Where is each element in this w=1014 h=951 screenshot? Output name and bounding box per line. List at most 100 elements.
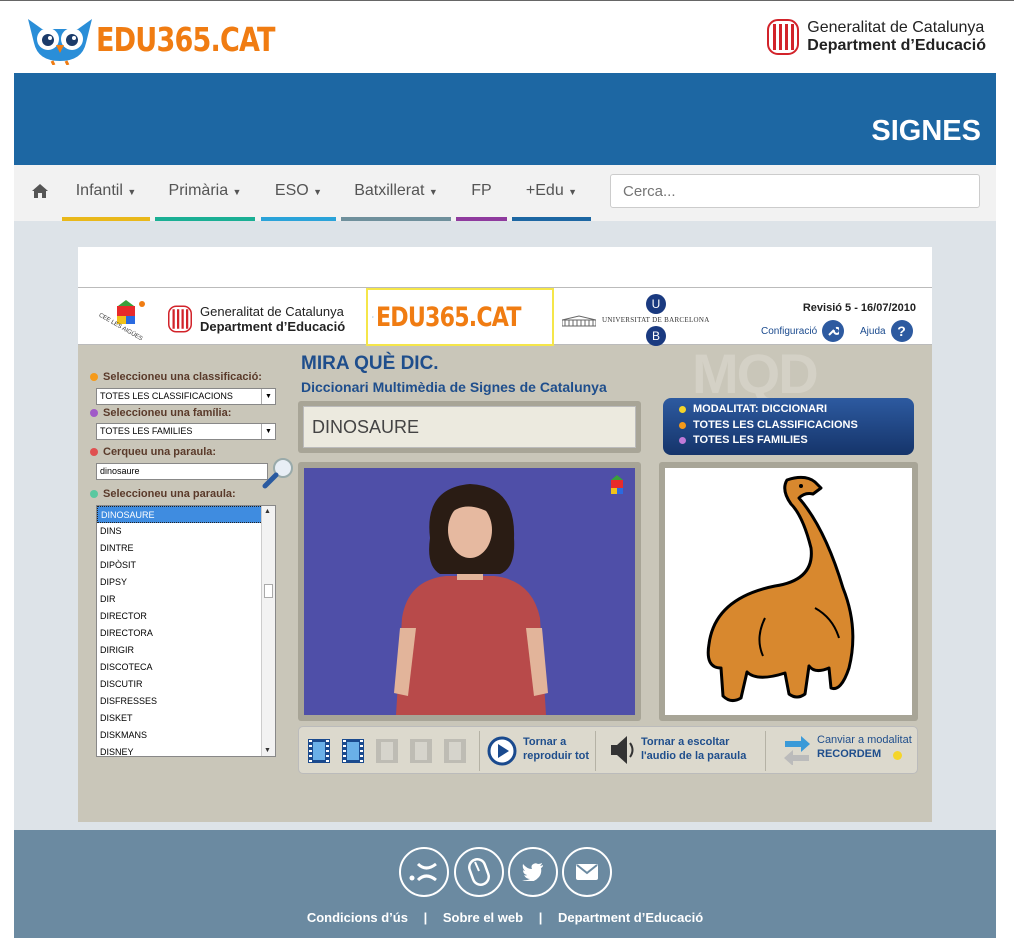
nav-item-edu[interactable]: +Edu ▼ bbox=[512, 165, 591, 221]
revision-label: Revisió 5 - 16/07/2010 bbox=[802, 302, 916, 314]
mouse-link[interactable] bbox=[454, 847, 504, 897]
app-top-strip bbox=[78, 247, 932, 287]
list-item[interactable]: DIRECTORA bbox=[97, 625, 275, 642]
signer-figure bbox=[304, 468, 635, 715]
owl-icon bbox=[372, 316, 374, 318]
yellow-dot-icon bbox=[893, 751, 902, 760]
scroll-down-icon[interactable]: ▼ bbox=[264, 747, 271, 754]
footer-separator: | bbox=[538, 910, 543, 925]
footer-link-conditions[interactable]: Condicions d’ús bbox=[307, 910, 408, 925]
classification-select[interactable]: TOTES LES CLASSIFICACIONS ▼ bbox=[96, 388, 276, 405]
ub-b-circle: B bbox=[646, 326, 666, 346]
nav-label: ESO bbox=[274, 182, 309, 199]
ub-text: UNIVERSITAT DE BARCELONA bbox=[602, 316, 710, 324]
list-item[interactable]: DIRIGIR bbox=[97, 642, 275, 659]
nav-label: Primària bbox=[168, 182, 229, 199]
list-item[interactable]: DISKET bbox=[97, 710, 275, 727]
xtec-link[interactable] bbox=[399, 847, 449, 897]
search-input[interactable] bbox=[610, 174, 980, 208]
replay-audio-button[interactable]: Tornar a escoltar l'audio de la paraula bbox=[641, 735, 746, 763]
divider bbox=[595, 731, 596, 771]
current-word: DINOSAURE bbox=[303, 406, 636, 448]
nav-label: Infantil bbox=[75, 182, 123, 199]
help-glyph: ? bbox=[897, 323, 906, 339]
film-frame-icon[interactable] bbox=[443, 738, 467, 764]
nav-item-batxillerat[interactable]: Batxillerat ▼ bbox=[341, 165, 451, 221]
film-frame-icon[interactable] bbox=[409, 738, 433, 764]
classification-label: Seleccioneu una classificació: bbox=[90, 371, 262, 383]
gov-line2: Department d’Educació bbox=[200, 319, 346, 334]
content-area: CEE LES AIGÜES Generalitat de Catalunya … bbox=[14, 221, 996, 830]
twitter-link[interactable] bbox=[508, 847, 558, 897]
scroll-thumb[interactable] bbox=[264, 584, 273, 598]
orange-dot-icon bbox=[679, 421, 686, 429]
caret-down-icon: ▼ bbox=[428, 187, 438, 197]
site-header: EDU365.CAT Generalitat de Catalunya Depa… bbox=[0, 0, 1014, 73]
ub-logo: UNIVERSITAT DE BARCELONA U B bbox=[562, 294, 712, 346]
yellow-dot-icon bbox=[679, 406, 686, 414]
generalitat-icon bbox=[767, 19, 800, 55]
switch-arrows-icon[interactable] bbox=[783, 735, 811, 765]
list-item[interactable]: DINOSAURE bbox=[97, 506, 275, 523]
dinosaur-image bbox=[706, 475, 855, 703]
brand-text: EDU365.CAT bbox=[375, 301, 522, 333]
sign-video[interactable] bbox=[304, 468, 635, 715]
nav-label: Batxillerat bbox=[354, 182, 425, 199]
config-label: Configuració bbox=[761, 325, 818, 337]
list-item[interactable]: DISKMANS bbox=[97, 727, 275, 744]
scroll-up-icon[interactable]: ▲ bbox=[264, 508, 271, 515]
owl-icon bbox=[28, 19, 92, 65]
nav-item-primaria[interactable]: Primària ▼ bbox=[155, 165, 255, 221]
config-button[interactable]: Configuració bbox=[761, 320, 845, 342]
list-item[interactable]: DINS bbox=[97, 523, 275, 540]
generalitat-icon bbox=[168, 305, 192, 333]
edu365-logo[interactable]: EDU365.CAT bbox=[26, 13, 314, 65]
gov-line1: Generalitat de Catalunya bbox=[807, 19, 985, 36]
cee-icon: CEE LES AIGÜES bbox=[98, 300, 145, 342]
nav-item-infantil[interactable]: Infantil ▼ bbox=[62, 165, 150, 221]
film-frame-icon[interactable] bbox=[341, 738, 365, 764]
film-frame-icon[interactable] bbox=[307, 738, 331, 764]
replay-all-button[interactable]: Tornar a reproduir tot bbox=[523, 735, 589, 763]
list-item[interactable]: DIPÒSIT bbox=[97, 557, 275, 574]
mode-line: TOTES LES FAMILIES bbox=[679, 433, 898, 449]
ub-b-letter: B bbox=[651, 329, 660, 343]
film-frame-icon[interactable] bbox=[375, 738, 399, 764]
search-word-label: Cerqueu una paraula: bbox=[90, 446, 216, 458]
generalitat-logo[interactable]: Generalitat de Catalunya Department d’Ed… bbox=[767, 19, 986, 55]
word-list[interactable]: DINOSAURE DINS DINTRE DIPÒSIT DIPSY DIR … bbox=[96, 505, 276, 757]
footer-link-about[interactable]: Sobre el web bbox=[443, 910, 523, 925]
list-item[interactable]: DISCUTIR bbox=[97, 676, 275, 693]
edu365-logo-small[interactable]: EDU365.CAT bbox=[366, 288, 554, 346]
list-item[interactable]: DIPSY bbox=[97, 574, 275, 591]
mode-panel: MODALITAT: DICCIONARI TOTES LES CLASSIFI… bbox=[663, 398, 914, 455]
word-search-input[interactable]: dinosaure bbox=[96, 463, 268, 480]
footer-separator: | bbox=[423, 910, 428, 925]
current-word-box: DINOSAURE bbox=[298, 401, 641, 453]
family-select[interactable]: TOTES LES FAMILIES ▼ bbox=[96, 423, 276, 440]
dropdown-arrow-icon: ▼ bbox=[261, 424, 275, 439]
list-item[interactable]: DIR bbox=[97, 591, 275, 608]
gov-line2: Department d’Educació bbox=[807, 37, 986, 54]
nav-item-fp[interactable]: FP bbox=[456, 165, 507, 221]
help-button[interactable]: Ajuda ? bbox=[860, 320, 913, 342]
caret-down-icon: ▼ bbox=[568, 187, 578, 197]
list-item[interactable]: DISFRESSES bbox=[97, 693, 275, 710]
list-item[interactable]: DIRECTOR bbox=[97, 608, 275, 625]
play-icon[interactable] bbox=[487, 736, 517, 766]
video-frame bbox=[298, 462, 641, 721]
mode-line: TOTES LES CLASSIFICACIONS bbox=[679, 418, 898, 434]
home-icon[interactable] bbox=[31, 183, 49, 199]
footer-link-department[interactable]: Department d’Educació bbox=[558, 910, 703, 925]
list-item[interactable]: DISCOTECA bbox=[97, 659, 275, 676]
ub-u-letter: U bbox=[651, 297, 661, 311]
list-item[interactable]: DINTRE bbox=[97, 540, 275, 557]
scrollbar[interactable]: ▲ ▼ bbox=[261, 506, 275, 756]
list-item[interactable]: DISNEY bbox=[97, 744, 275, 756]
search-icon[interactable] bbox=[261, 457, 295, 489]
green-dot-icon bbox=[90, 490, 98, 498]
speaker-icon[interactable] bbox=[607, 733, 637, 767]
purple-dot-icon bbox=[90, 409, 98, 417]
email-link[interactable] bbox=[562, 847, 612, 897]
nav-item-eso[interactable]: ESO ▼ bbox=[261, 165, 336, 221]
